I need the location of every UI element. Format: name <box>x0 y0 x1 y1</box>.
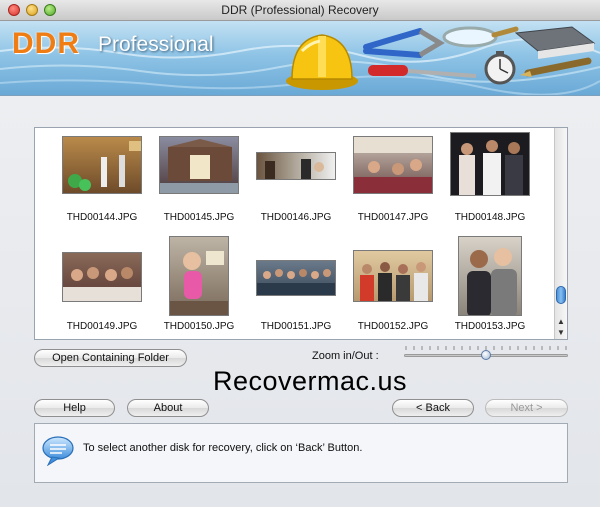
file-thumbnail[interactable]: THD00152.JPG <box>348 236 438 332</box>
brand-logo: DDR <box>12 27 80 60</box>
pen-icon <box>520 57 592 77</box>
file-thumbnail[interactable]: THD00153.JPG <box>445 236 535 332</box>
photo-preview <box>450 132 530 196</box>
photo-preview <box>62 136 142 194</box>
hard-hat-icon <box>286 34 358 90</box>
photo-preview <box>353 250 433 302</box>
file-thumbnail[interactable]: THD00145.JPG <box>154 136 244 223</box>
file-name-label: THD00152.JPG <box>357 321 429 332</box>
file-thumbnail[interactable]: THD00144.JPG <box>57 136 147 223</box>
scroll-down-arrow-icon[interactable]: ▼ <box>555 327 567 338</box>
file-thumbnail[interactable]: THD00147.JPG <box>348 136 438 223</box>
photo-preview <box>159 136 239 194</box>
file-thumbnail[interactable]: THD00146.JPG <box>251 136 341 223</box>
file-name-label: THD00149.JPG <box>66 321 138 332</box>
photo-preview <box>62 252 142 302</box>
file-name-label: THD00147.JPG <box>357 212 429 223</box>
file-thumbnail[interactable]: THD00149.JPG <box>57 236 147 332</box>
tools-illustration <box>286 26 596 90</box>
photo-preview <box>353 136 433 194</box>
file-name-label: THD00151.JPG <box>260 321 332 332</box>
file-name-label: THD00153.JPG <box>454 321 526 332</box>
status-message: To select another disk for recovery, cli… <box>83 442 363 454</box>
file-name-label: THD00144.JPG <box>66 212 138 223</box>
zoom-label: Zoom in/Out : <box>312 350 379 362</box>
about-button[interactable]: About <box>127 399 209 417</box>
scroll-up-arrow-icon[interactable]: ▲ <box>555 316 567 327</box>
screwdriver-icon <box>368 65 477 78</box>
file-name-label: THD00148.JPG <box>454 212 526 223</box>
book-icon <box>514 26 596 59</box>
file-name-label: THD00150.JPG <box>163 321 235 332</box>
help-button[interactable]: Help <box>34 399 115 417</box>
file-thumbnail[interactable]: THD00148.JPG <box>445 132 535 223</box>
speech-bubble-icon <box>42 436 74 466</box>
brand-edition: Professional <box>98 33 214 56</box>
file-thumbnail[interactable]: THD00150.JPG <box>154 236 244 332</box>
window-title: DDR (Professional) Recovery <box>221 3 379 17</box>
next-button: Next > <box>485 399 568 417</box>
zoom-slider-knob[interactable] <box>481 350 491 360</box>
open-containing-folder-button[interactable]: Open Containing Folder <box>34 349 187 367</box>
photo-preview <box>256 260 336 296</box>
vertical-scrollbar[interactable]: ▲ ▼ <box>554 128 567 339</box>
photo-preview <box>458 236 522 316</box>
photo-preview <box>256 152 336 180</box>
watermark-text: Recovermac.us <box>212 366 408 396</box>
file-thumbnail[interactable]: THD00151.JPG <box>251 236 341 332</box>
photo-preview <box>169 236 229 316</box>
pliers-icon <box>363 28 445 58</box>
back-button[interactable]: < Back <box>392 399 474 417</box>
stopwatch-icon <box>484 51 516 85</box>
file-name-label: THD00146.JPG <box>260 212 332 223</box>
recovered-files-gallery[interactable]: THD00144.JPG THD00145.JPG THD00146.JPG T… <box>34 127 568 340</box>
app-banner: DDR Professional <box>0 21 600 96</box>
zoom-slider[interactable] <box>404 345 568 361</box>
status-panel: To select another disk for recovery, cli… <box>34 423 568 483</box>
file-name-label: THD00145.JPG <box>163 212 235 223</box>
magnifier-icon <box>442 26 519 48</box>
scrollbar-thumb[interactable] <box>556 286 566 304</box>
title-bar: DDR (Professional) Recovery <box>0 0 600 21</box>
